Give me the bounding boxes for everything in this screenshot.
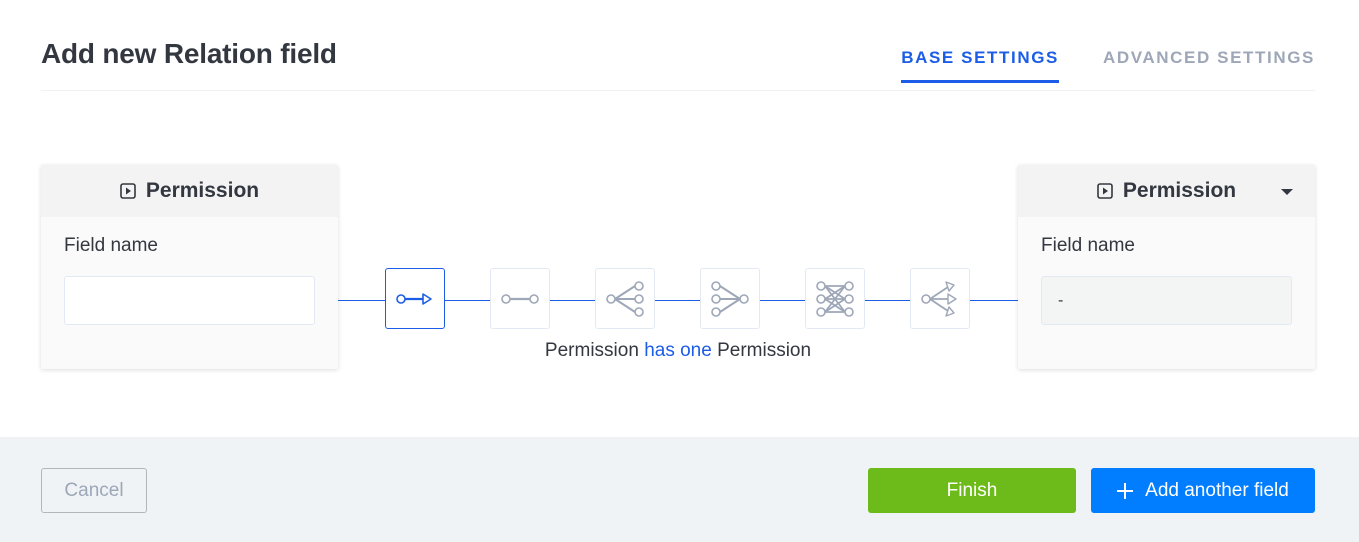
one-to-many-icon xyxy=(606,280,644,317)
right-content-type-name: Permission xyxy=(1122,179,1237,202)
left-field-name-input[interactable] xyxy=(64,276,315,325)
has-one-icon xyxy=(396,292,432,305)
right-field-name-label: Field name xyxy=(1041,235,1135,256)
relation-many-to-one-button[interactable] xyxy=(700,268,760,329)
relation-left-name: Permission xyxy=(544,340,639,361)
modal-footer: Cancel Finish Add another field xyxy=(0,437,1359,542)
finish-button[interactable]: Finish xyxy=(868,468,1076,513)
add-another-field-label: Add another field xyxy=(1145,479,1289,501)
modal-title: Add new Relation field xyxy=(41,38,337,69)
relation-has-one-button[interactable] xyxy=(385,268,445,329)
caret-down-icon[interactable] xyxy=(1281,189,1293,195)
header-divider xyxy=(41,90,1315,91)
relation-one-to-one-button[interactable] xyxy=(490,268,550,329)
left-content-type-card: Permission Field name xyxy=(41,165,338,369)
right-card-header[interactable]: Permission xyxy=(1018,165,1315,217)
relation-has-many-button[interactable] xyxy=(910,268,970,329)
left-content-type-name: Permission xyxy=(145,179,260,202)
plus-icon xyxy=(1117,482,1134,499)
settings-tabs: BASE SETTINGS ADVANCED SETTINGS xyxy=(901,48,1315,83)
right-field-name-input: - xyxy=(1041,276,1292,325)
relation-one-to-many-button[interactable] xyxy=(595,268,655,329)
right-content-type-card: Permission Field name - xyxy=(1018,165,1315,369)
tab-advanced-settings[interactable]: ADVANCED SETTINGS xyxy=(1103,48,1315,83)
one-to-one-icon xyxy=(501,293,539,304)
left-card-header: Permission xyxy=(41,165,338,217)
left-field-name-label: Field name xyxy=(64,235,158,256)
content-type-icon xyxy=(1097,183,1113,199)
relation-many-to-many-button[interactable] xyxy=(805,268,865,329)
relation-description: Permission has one Permission xyxy=(338,340,1018,362)
relation-right-name: Permission xyxy=(717,340,812,361)
relation-verb: has one xyxy=(644,340,712,361)
cancel-button[interactable]: Cancel xyxy=(41,468,147,513)
tab-base-settings[interactable]: BASE SETTINGS xyxy=(901,48,1059,83)
has-many-icon xyxy=(921,280,957,317)
many-to-one-icon xyxy=(711,280,749,317)
content-type-icon xyxy=(120,183,136,199)
many-to-many-icon xyxy=(816,280,854,317)
add-another-field-button[interactable]: Add another field xyxy=(1091,468,1315,513)
